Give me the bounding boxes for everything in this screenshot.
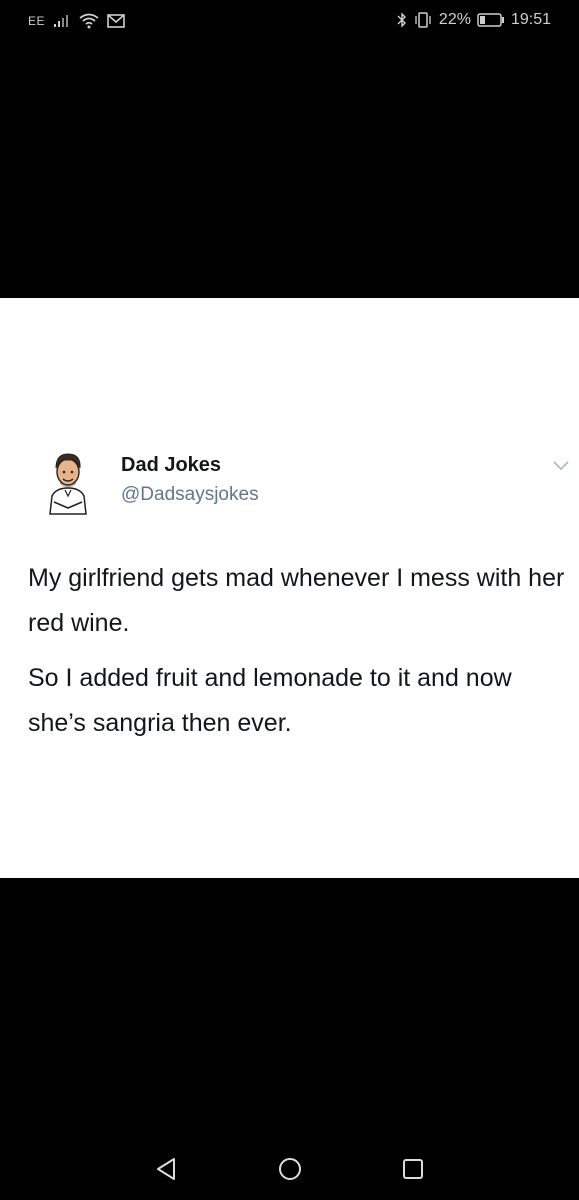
- chevron-down-icon[interactable]: [552, 458, 570, 472]
- tweet-paragraph: My girlfriend gets mad whenever I mess w…: [28, 564, 565, 637]
- tweet-card: Dad Jokes @Dadsaysjokes My girlfriend ge…: [0, 298, 579, 878]
- author-name[interactable]: Dad Jokes: [121, 454, 221, 477]
- clock: 19:51: [510, 11, 551, 28]
- battery-percent: 22%: [438, 11, 471, 28]
- avatar[interactable]: [40, 444, 96, 516]
- signal-icon: [53, 14, 71, 28]
- status-bar-right: 22% 19:51: [397, 11, 551, 29]
- mail-icon: [107, 14, 125, 28]
- wifi-icon: [79, 13, 99, 29]
- tweet-paragraph: So I added fruit and lemonade to it and …: [28, 664, 512, 737]
- status-bar: EE 22% 19:51: [0, 0, 579, 44]
- status-bar-left: EE: [28, 13, 125, 29]
- navigation-bar: [0, 1140, 579, 1196]
- back-icon[interactable]: [152, 1154, 182, 1184]
- carrier-label: EE: [28, 14, 46, 28]
- recents-icon[interactable]: [398, 1154, 428, 1184]
- bluetooth-icon: [397, 12, 407, 28]
- home-icon[interactable]: [275, 1154, 305, 1184]
- vibrate-icon: [413, 12, 433, 28]
- battery-icon: [477, 13, 505, 27]
- tweet-text: My girlfriend gets mad whenever I mess w…: [28, 556, 573, 756]
- author-handle[interactable]: @Dadsaysjokes: [121, 484, 259, 506]
